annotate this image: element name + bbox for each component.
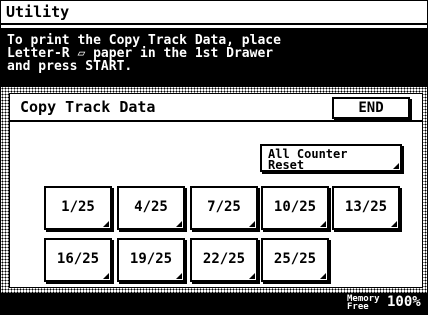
utility-screen: Utility To print the Copy Track Data, pl… bbox=[0, 0, 428, 315]
counter-button-1[interactable]: 1/25 bbox=[44, 186, 112, 230]
counter-button-19[interactable]: 19/25 bbox=[117, 238, 185, 282]
section-header: Copy Track Data END bbox=[10, 94, 422, 122]
memory-label-line-2: Free bbox=[347, 302, 369, 312]
status-bar: Memory Free 100% bbox=[1, 293, 427, 314]
end-button[interactable]: END bbox=[332, 97, 410, 119]
copy-track-content: Copy Track Data END All Counter Reset 1/… bbox=[9, 93, 423, 288]
counter-button-13[interactable]: 13/25 bbox=[332, 186, 400, 230]
reset-label-line-2: Reset bbox=[268, 158, 305, 172]
copy-track-panel: Copy Track Data END All Counter Reset 1/… bbox=[1, 87, 427, 293]
memory-free-value: 100% bbox=[387, 294, 421, 310]
counter-button-16[interactable]: 16/25 bbox=[44, 238, 112, 282]
counter-button-10[interactable]: 10/25 bbox=[261, 186, 329, 230]
memory-label: Memory Free bbox=[347, 295, 380, 312]
section-title: Copy Track Data bbox=[20, 98, 156, 116]
message-line-3: and press START. bbox=[7, 59, 133, 74]
counter-button-25[interactable]: 25/25 bbox=[261, 238, 329, 282]
title-bar: Utility bbox=[1, 1, 427, 25]
counter-button-7[interactable]: 7/25 bbox=[190, 186, 258, 230]
counter-button-4[interactable]: 4/25 bbox=[117, 186, 185, 230]
counter-button-22[interactable]: 22/25 bbox=[190, 238, 258, 282]
all-counter-reset-button[interactable]: All Counter Reset bbox=[260, 144, 402, 172]
screen-title: Utility bbox=[6, 3, 70, 21]
instruction-message: To print the Copy Track Data, place Lett… bbox=[1, 25, 427, 87]
